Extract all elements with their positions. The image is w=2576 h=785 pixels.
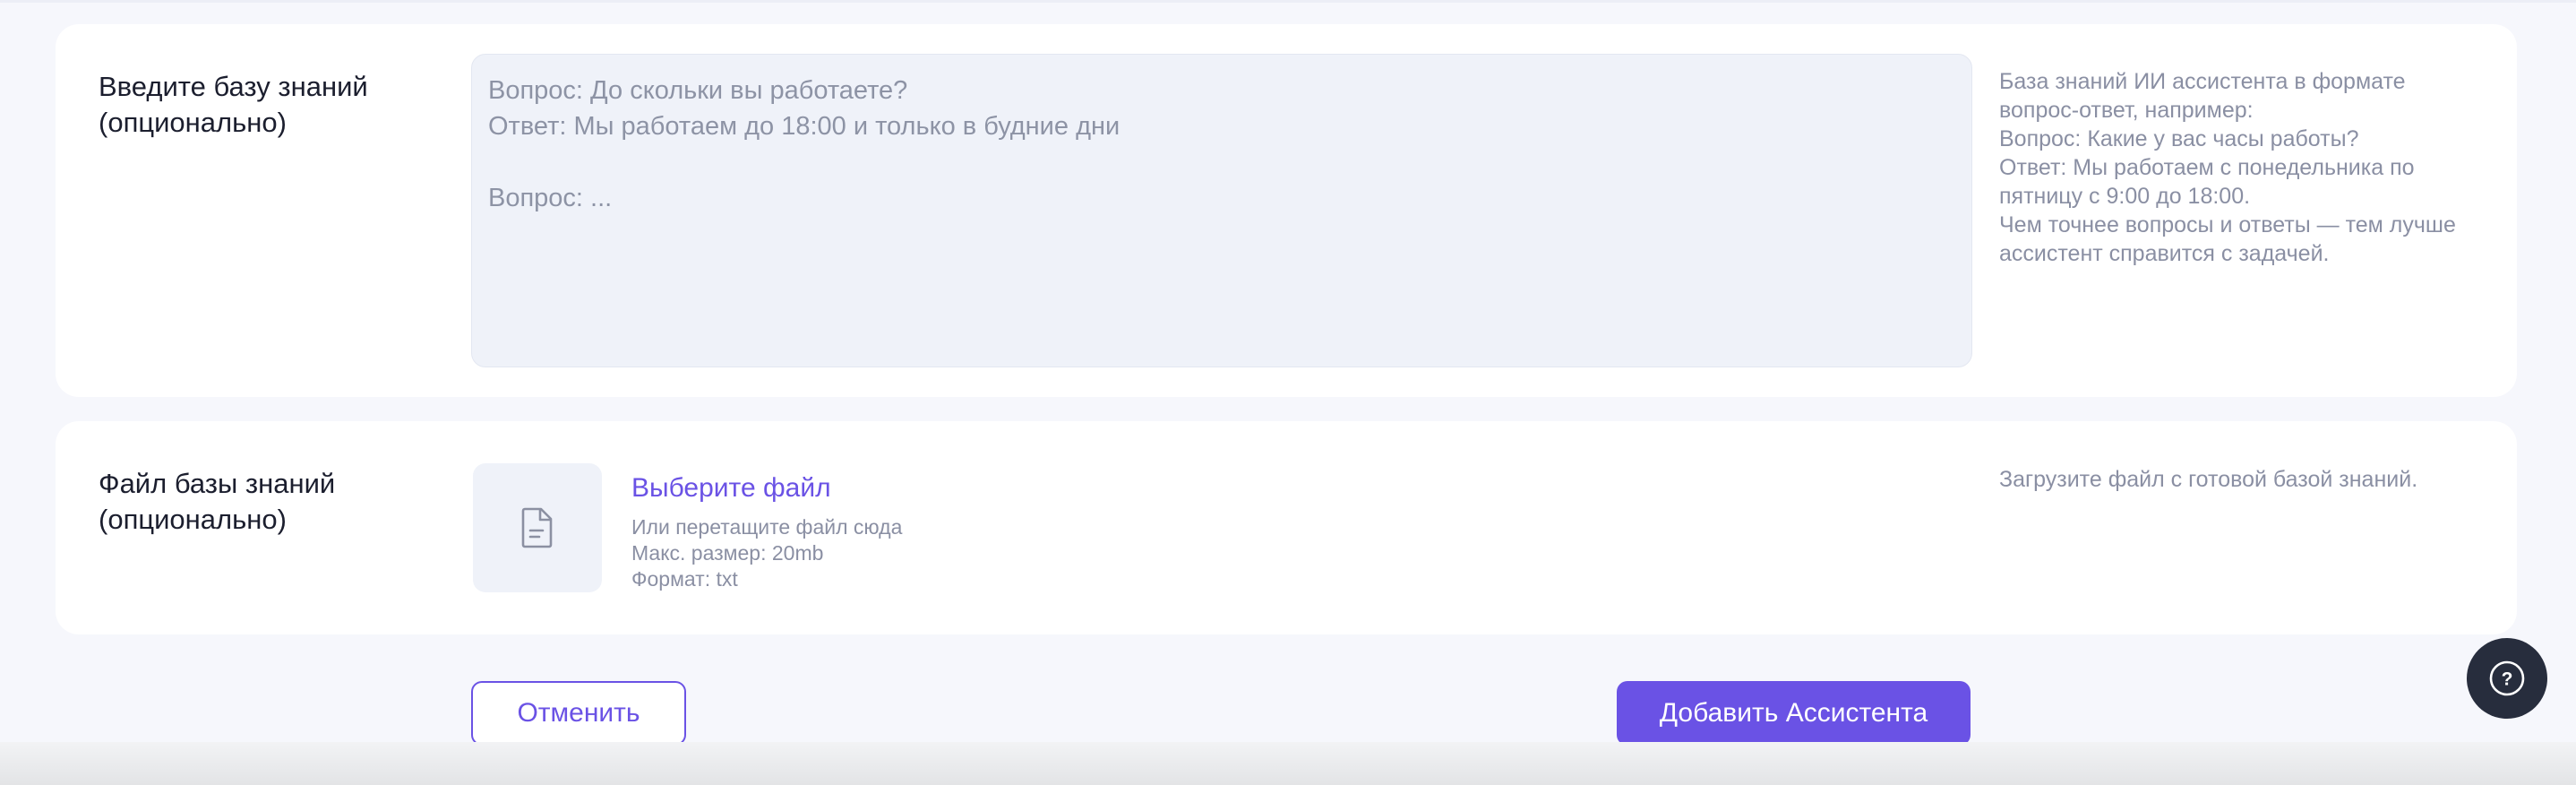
- help-button[interactable]: ?: [2467, 638, 2547, 719]
- knowledge-file-hint: Загрузите файл с готовой базой знаний.: [1999, 467, 2418, 492]
- hint-line: Ответ: Мы работаем с понедельника по: [1999, 155, 2415, 180]
- hint-line: База знаний ИИ ассистента в формате: [1999, 69, 2406, 94]
- knowledge-base-textarea[interactable]: Вопрос: До скольки вы работаете? Ответ: …: [471, 54, 1972, 367]
- knowledge-file-card: Файл базы знаний (опционально) Выберите …: [56, 421, 2517, 634]
- max-size-text: Макс. размер: 20mb: [631, 541, 824, 565]
- textarea-placeholder-line: Вопрос: ...: [488, 184, 613, 212]
- textarea-placeholder-line: Вопрос: До скольки вы работаете?: [488, 76, 908, 105]
- hint-line: пятницу с 9:00 до 18:00.: [1999, 184, 2251, 209]
- textarea-placeholder-line: [488, 144, 1955, 180]
- choose-file-link[interactable]: Выберите файл: [631, 471, 902, 505]
- hint-line: вопрос-ответ, например:: [1999, 98, 2254, 123]
- textarea-placeholder-line: Ответ: Мы работаем до 18:00 и только в б…: [488, 112, 1121, 141]
- hint-line: ассистент справится с задачей.: [1999, 241, 2330, 266]
- format-text: Формат: txt: [631, 567, 738, 591]
- hint-line: Чем точнее вопросы и ответы — тем лучше: [1999, 212, 2456, 237]
- knowledge-file-label: Файл базы знаний (опционально): [99, 468, 336, 535]
- add-assistant-button[interactable]: Добавить Ассистента: [1617, 681, 1971, 746]
- drag-hint: Или перетащите файл сюда: [631, 515, 903, 539]
- question-glyph: ?: [2502, 669, 2513, 690]
- hint-line: Вопрос: Какие у вас часы работы?: [1999, 126, 2359, 151]
- knowledge-base-label: Введите базу знаний (опционально): [99, 71, 368, 138]
- top-divider: [0, 0, 2576, 3]
- document-icon: [521, 507, 553, 548]
- file-upload-dropzone[interactable]: [473, 463, 602, 592]
- question-icon: ?: [2489, 660, 2525, 696]
- file-upload-texts: Выберите файл Или перетащите файл сюда М…: [631, 471, 902, 592]
- bottom-shade: [0, 742, 2576, 785]
- cancel-button[interactable]: Отменить: [471, 681, 686, 746]
- knowledge-base-hint: База знаний ИИ ассистента в формате вопр…: [1999, 67, 2501, 268]
- knowledge-base-card: Введите базу знаний (опционально) Вопрос…: [56, 24, 2517, 397]
- page: Введите базу знаний (опционально) Вопрос…: [0, 0, 2576, 785]
